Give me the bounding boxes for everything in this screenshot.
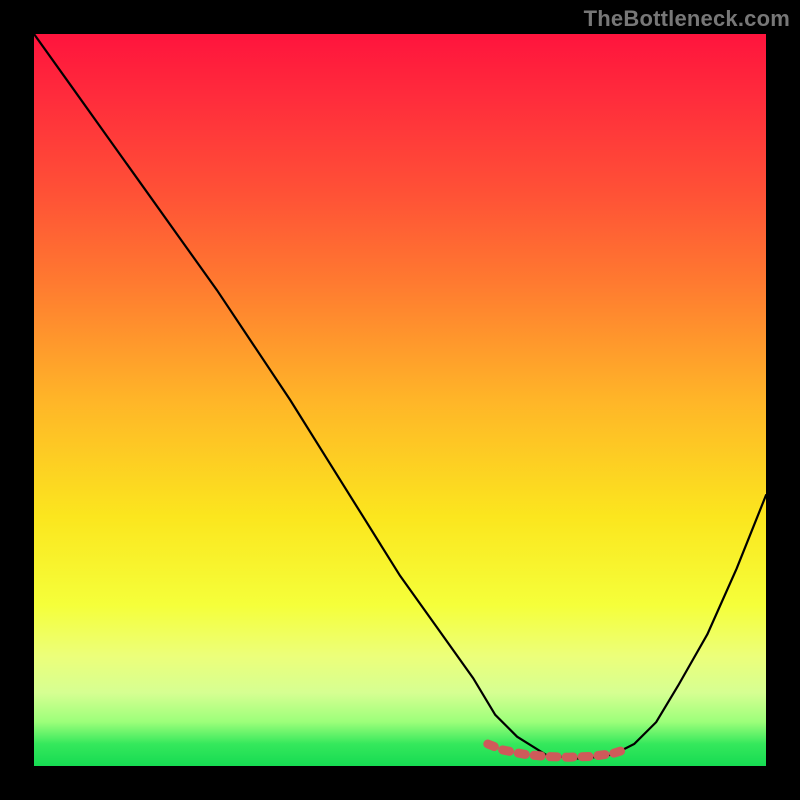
curve-layer (34, 34, 766, 766)
plot-area (34, 34, 766, 766)
optimal-range-marker (488, 744, 627, 757)
chart-frame: TheBottleneck.com (0, 0, 800, 800)
watermark-text: TheBottleneck.com (584, 6, 790, 32)
bottleneck-curve (34, 34, 766, 759)
